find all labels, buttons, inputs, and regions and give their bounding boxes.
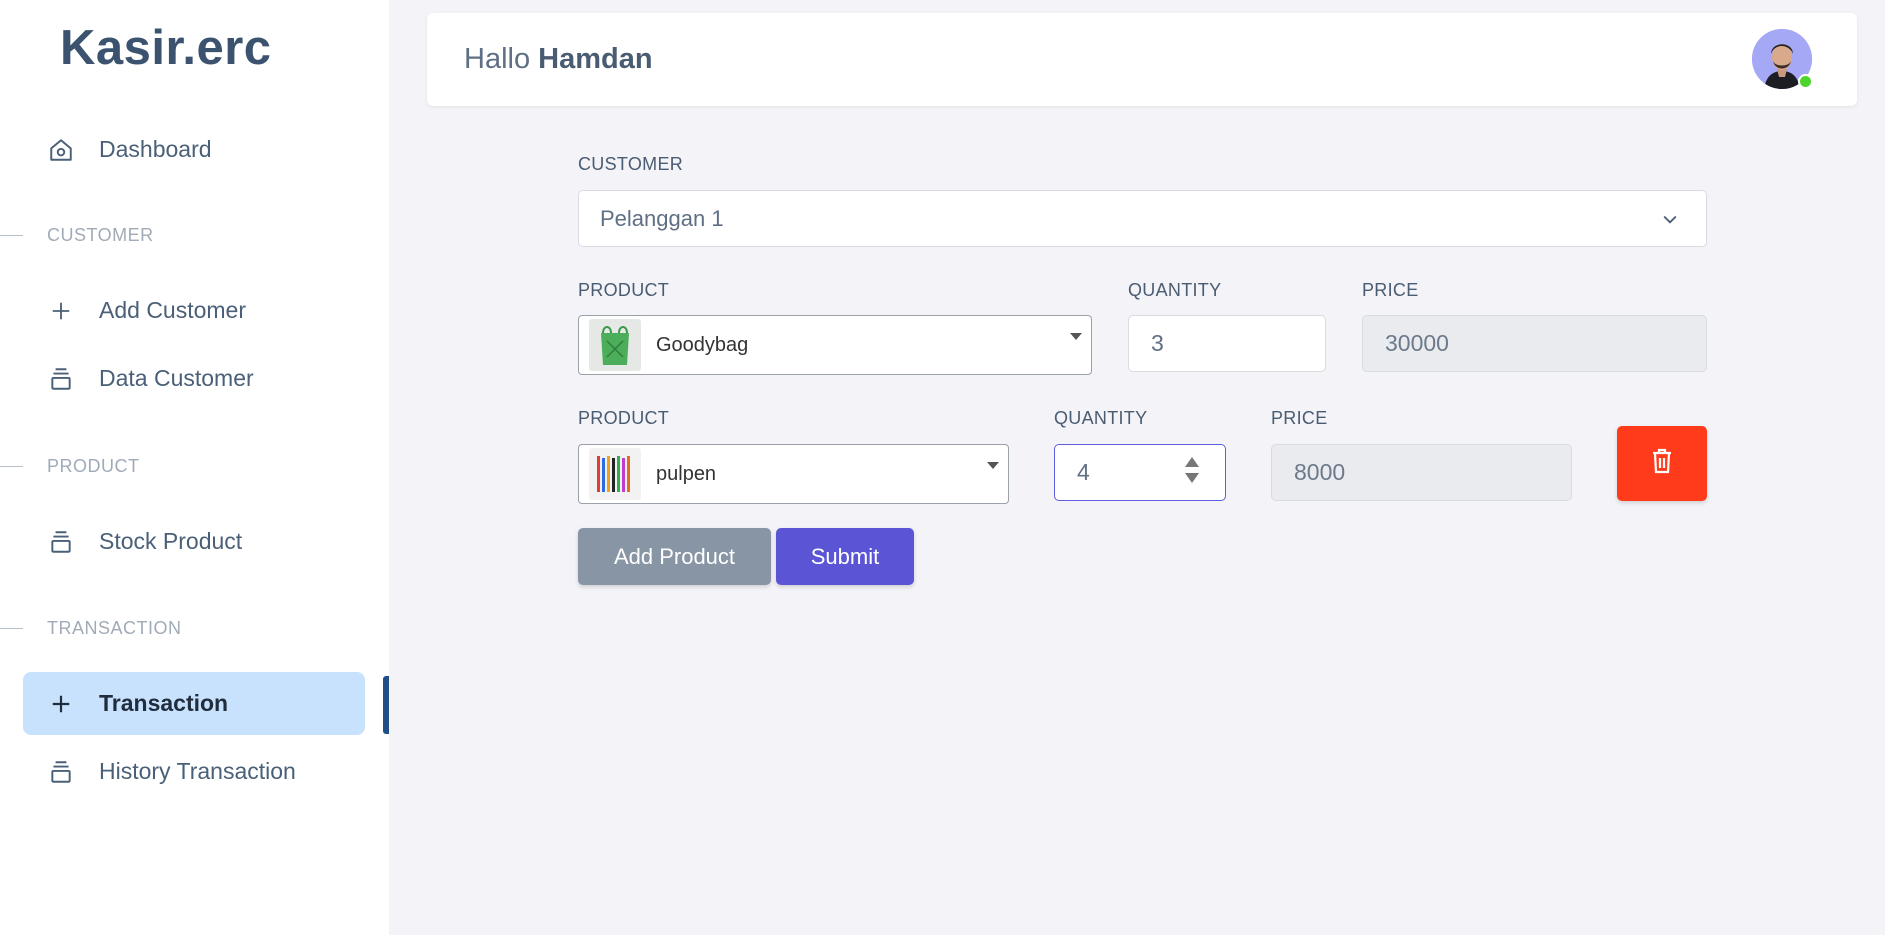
section-title: PRODUCT <box>47 456 140 476</box>
stack-icon <box>47 758 75 786</box>
home-icon <box>47 136 75 164</box>
section-title: CUSTOMER <box>47 225 154 245</box>
quantity-input[interactable]: 4 <box>1054 444 1226 501</box>
quantity-label: QUANTITY <box>1054 408 1148 428</box>
user-name: Hamdan <box>538 43 653 75</box>
price-input: 8000 <box>1271 444 1572 501</box>
active-indicator <box>383 676 389 734</box>
sidebar-item-transaction[interactable]: Transaction <box>23 672 365 735</box>
section-transaction: TRANSACTION <box>0 618 182 639</box>
sidebar-item-label: Transaction <box>99 690 229 716</box>
number-spinner[interactable] <box>1185 457 1199 483</box>
price-label: PRICE <box>1271 408 1328 428</box>
sidebar-item-history-transaction[interactable]: History Transaction <box>23 740 365 803</box>
plus-icon <box>47 690 75 718</box>
divider <box>0 235 23 236</box>
greeting-prefix: Hallo <box>464 43 531 75</box>
customer-select[interactable]: Pelanggan 1 <box>578 190 1707 247</box>
section-product: PRODUCT <box>0 456 140 477</box>
top-header: Hallo Hamdan <box>427 13 1857 106</box>
customer-select-value: Pelanggan 1 <box>600 205 724 231</box>
product-label: PRODUCT <box>578 280 670 300</box>
submit-button[interactable]: Submit <box>776 528 914 585</box>
decrement-icon[interactable] <box>1185 473 1199 483</box>
quantity-label: QUANTITY <box>1128 280 1222 300</box>
sidebar-item-label: Data Customer <box>99 365 254 391</box>
divider <box>0 466 23 467</box>
customer-label: CUSTOMER <box>578 154 684 174</box>
sidebar-item-label: Add Customer <box>99 297 247 323</box>
trash-icon <box>1651 448 1673 480</box>
product-thumbnail <box>589 319 641 371</box>
sidebar-item-label: Dashboard <box>99 136 212 162</box>
plus-icon <box>47 297 75 325</box>
product-thumbnail <box>589 448 641 500</box>
sidebar-item-dashboard[interactable]: Dashboard <box>23 118 365 181</box>
divider <box>0 628 23 629</box>
sidebar-item-label: Stock Product <box>99 528 243 554</box>
stack-icon <box>47 528 75 556</box>
sidebar-item-label: History Transaction <box>99 758 296 784</box>
increment-icon[interactable] <box>1185 457 1199 467</box>
product-select[interactable]: Goodybag <box>578 315 1092 375</box>
product-select-value: Goodybag <box>656 333 749 356</box>
caret-down-icon <box>987 462 999 469</box>
add-product-button[interactable]: Add Product <box>578 528 771 585</box>
online-status-dot <box>1798 74 1813 89</box>
product-select[interactable]: pulpen <box>578 444 1009 504</box>
brand-logo: Kasir.erc <box>60 21 272 75</box>
chevron-down-icon <box>1660 209 1680 234</box>
sidebar-item-add-customer[interactable]: Add Customer <box>23 279 365 342</box>
product-label: PRODUCT <box>578 408 670 428</box>
greeting: Hallo Hamdan <box>464 43 653 76</box>
section-title: TRANSACTION <box>47 618 182 638</box>
stack-icon <box>47 365 75 393</box>
caret-down-icon <box>1070 333 1082 340</box>
delete-row-button[interactable] <box>1617 426 1707 501</box>
quantity-value: 4 <box>1077 459 1090 485</box>
sidebar-item-data-customer[interactable]: Data Customer <box>23 347 365 410</box>
price-input: 30000 <box>1362 315 1707 372</box>
section-customer: CUSTOMER <box>0 225 154 246</box>
product-select-value: pulpen <box>656 462 717 485</box>
sidebar-item-stock-product[interactable]: Stock Product <box>23 510 365 573</box>
quantity-input[interactable]: 3 <box>1128 315 1326 372</box>
sidebar: Kasir.erc Dashboard CUSTOMER Add Custome… <box>0 0 389 935</box>
price-label: PRICE <box>1362 280 1419 300</box>
